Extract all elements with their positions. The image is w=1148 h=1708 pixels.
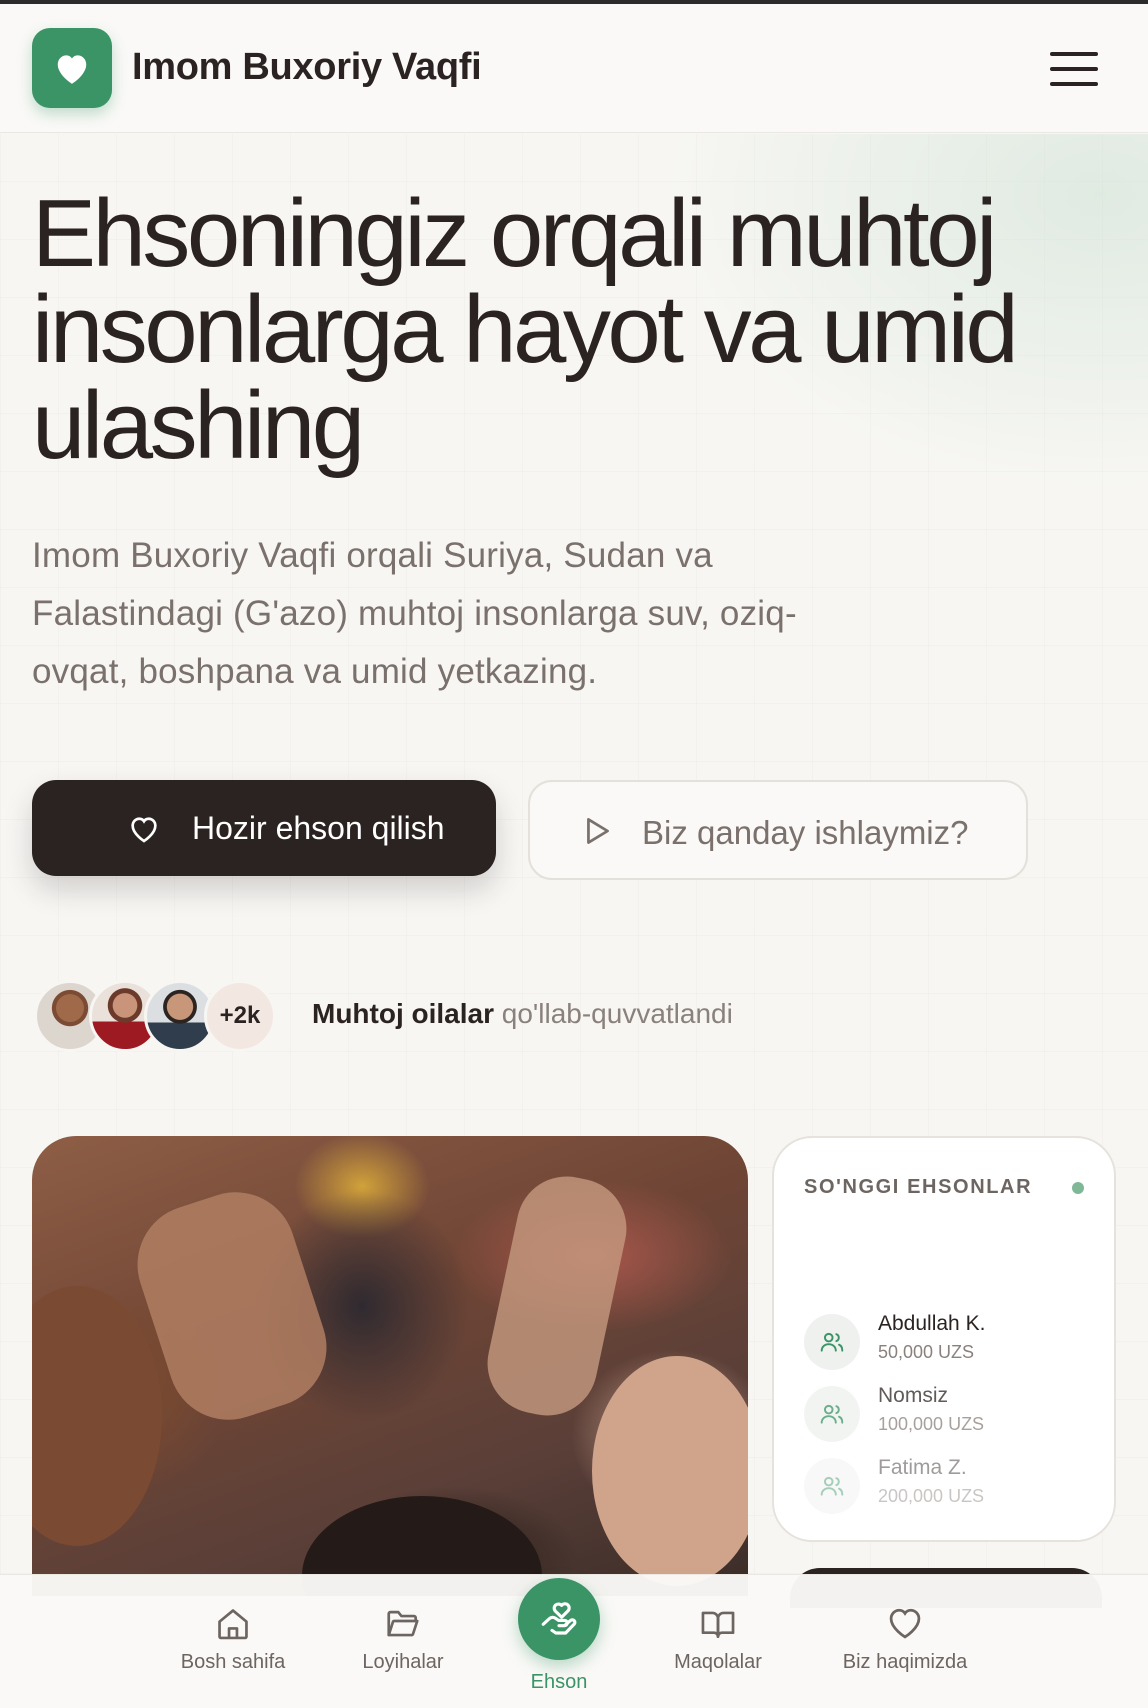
tab-home-label: Bosh sahifa <box>180 1651 286 1673</box>
donation-item: Nomsiz 100,000 UZS <box>804 1384 1094 1444</box>
donation-item: Abdullah K. 50,000 UZS <box>804 1312 1094 1372</box>
heart-icon <box>57 55 87 84</box>
supported-families-bold: Muhtoj oilalar <box>312 998 494 1029</box>
tab-articles-label: Maqolalar <box>674 1651 762 1673</box>
tab-about[interactable]: Biz haqimizda <box>830 1575 980 1708</box>
donor-name: Abdullah K. <box>878 1312 986 1335</box>
tab-projects[interactable]: Loyihalar <box>338 1575 468 1708</box>
how-we-work-label: Biz qanday ishlaymiz? <box>642 814 969 851</box>
hero-title: Ehsoningiz orqali muhtoj insonlarga hayo… <box>32 180 1019 479</box>
donation-amount: 50,000 UZS <box>878 1342 975 1362</box>
donor-name: Fatima Z. <box>878 1456 967 1479</box>
donation-amount: 100,000 UZS <box>878 1414 985 1434</box>
donor-name: Nomsiz <box>878 1384 949 1407</box>
donate-now-button[interactable]: Hozir ehson qilish <box>32 780 496 876</box>
how-we-work-button[interactable]: Biz qanday ishlaymiz? <box>528 780 1028 880</box>
tab-donate-label: Ehson <box>530 1671 588 1693</box>
supported-families-rest: qo'llab-quvvatlandi <box>501 998 733 1029</box>
tab-home[interactable]: Bosh sahifa <box>163 1575 303 1708</box>
hero-subtitle: Imom Buxoriy Vaqfi orqali Suriya, Sudan … <box>32 536 797 691</box>
brand-name[interactable]: Imom Buxoriy Vaqfi <box>132 46 482 89</box>
book-icon <box>698 1605 738 1648</box>
hand-heart-icon <box>541 1602 577 1635</box>
heart-outline-icon <box>128 814 160 849</box>
supporter-avatars: +2k <box>34 980 284 1052</box>
home-icon <box>214 1605 252 1648</box>
folder-icon <box>384 1605 422 1648</box>
children-photo <box>32 1136 748 1596</box>
donation-item: Fatima Z. 200,000 UZS <box>804 1456 1094 1516</box>
tab-articles[interactable]: Maqolalar <box>658 1575 778 1708</box>
tab-about-label: Biz haqimizda <box>842 1651 968 1673</box>
donate-now-label: Hozir ehson qilish <box>192 810 445 846</box>
brand-logo[interactable] <box>32 28 112 108</box>
hamburger-menu-icon[interactable] <box>1050 52 1098 90</box>
tab-donate[interactable] <box>518 1578 600 1660</box>
tab-projects-label: Loyihalar <box>362 1651 444 1673</box>
recent-donations-card: SO'NGGI EHSONLAR Abdullah K. 50,000 UZS … <box>772 1136 1116 1542</box>
heart-icon <box>885 1605 925 1646</box>
supporter-count-badge: +2k <box>204 980 276 1052</box>
supported-families-text: Muhtoj oilalar qo'llab-quvvatlandi <box>312 998 733 1030</box>
users-icon <box>804 1458 860 1514</box>
users-icon <box>804 1314 860 1370</box>
users-icon <box>804 1386 860 1442</box>
donation-amount: 200,000 UZS <box>878 1486 985 1506</box>
play-icon <box>584 816 612 851</box>
live-indicator <box>1072 1182 1084 1194</box>
recent-donations-title: SO'NGGI EHSONLAR <box>804 1176 1033 1198</box>
app-header: Imom Buxoriy Vaqfi <box>0 4 1148 133</box>
